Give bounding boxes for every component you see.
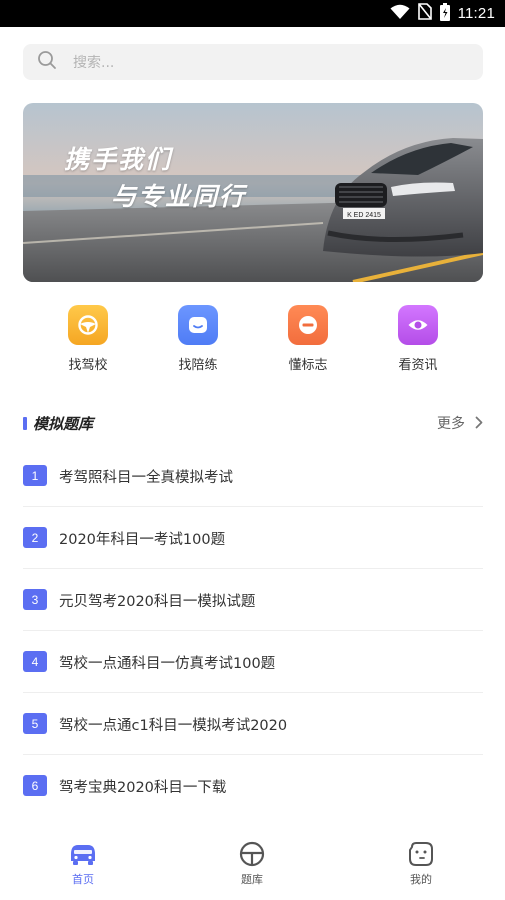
- more-link[interactable]: 更多: [437, 413, 483, 433]
- more-label: 更多: [437, 416, 465, 432]
- no-entry-sign-icon: [288, 305, 328, 345]
- banner-slogan-line1: 携手我们: [64, 145, 173, 174]
- list-item-title: 元贝驾考2020科目一模拟试题: [59, 594, 256, 610]
- quick-item-traffic-signs[interactable]: 懂标志: [263, 305, 353, 373]
- banner-slogan-line2: 与专业同行: [111, 182, 247, 211]
- quick-label: 懂标志: [288, 358, 328, 373]
- chevron-right-icon: [475, 414, 483, 433]
- steering-wheel-icon: [237, 840, 267, 868]
- list-item[interactable]: 1 考驾照科目一全真模拟考试: [23, 445, 483, 507]
- banner-image: K ED 2415: [23, 103, 483, 282]
- question-bank-list: 1 考驾照科目一全真模拟考试 2 2020年科目一考试100题 3 元贝驾考20…: [23, 445, 483, 817]
- search-icon: [37, 50, 57, 74]
- number-badge: 5: [23, 713, 47, 734]
- list-item-title: 驾校一点通科目一仿真考试100题: [59, 656, 276, 672]
- section-accent-bar: [23, 417, 27, 430]
- tab-profile[interactable]: 我的: [381, 840, 461, 887]
- wifi-icon: [390, 4, 410, 24]
- number-badge: 1: [23, 465, 47, 486]
- quick-item-driving-school[interactable]: 找驾校: [43, 305, 133, 373]
- quick-label: 看资讯: [398, 358, 438, 373]
- quick-item-practice-coach[interactable]: 找陪练: [153, 305, 243, 373]
- number-badge: 3: [23, 589, 47, 610]
- list-item[interactable]: 3 元贝驾考2020科目一模拟试题: [23, 569, 483, 631]
- question-bank-header: 模拟题库 更多: [23, 412, 483, 434]
- tab-label: 题库: [241, 873, 263, 886]
- eye-icon: [398, 305, 438, 345]
- battery-charging-icon: [439, 2, 450, 25]
- status-bar: 11:21: [0, 0, 505, 27]
- list-item[interactable]: 2 2020年科目一考试100题: [23, 507, 483, 569]
- quick-entry-grid: 找驾校 找陪练 懂标志 看资讯: [23, 305, 483, 375]
- quick-label: 找驾校: [68, 358, 108, 373]
- tab-home[interactable]: 首页: [43, 840, 123, 887]
- search-input[interactable]: 搜索...: [73, 52, 114, 72]
- status-time: 11:21: [457, 5, 495, 22]
- smile-face-icon: [178, 305, 218, 345]
- list-item[interactable]: 4 驾校一点通科目一仿真考试100题: [23, 631, 483, 693]
- search-bar[interactable]: 搜索...: [23, 44, 483, 80]
- quick-item-news[interactable]: 看资讯: [373, 305, 463, 373]
- list-item-title: 2020年科目一考试100题: [59, 532, 226, 548]
- number-badge: 2: [23, 527, 47, 548]
- list-item-title: 考驾照科目一全真模拟考试: [59, 470, 233, 486]
- profile-face-icon: [406, 840, 436, 868]
- steering-wheel-icon: [68, 305, 108, 345]
- tab-label: 首页: [72, 873, 94, 886]
- tab-label: 我的: [410, 873, 432, 886]
- car-icon: [68, 840, 98, 868]
- tab-question-bank[interactable]: 题库: [212, 840, 292, 887]
- number-badge: 4: [23, 651, 47, 672]
- section-title: 模拟题库: [33, 415, 94, 433]
- list-item-title: 驾考宝典2020科目一下载: [59, 780, 227, 796]
- status-icons: 11:21: [390, 0, 495, 27]
- number-badge: 6: [23, 775, 47, 796]
- license-plate: K ED 2415: [347, 212, 381, 219]
- bottom-tab-bar: 首页 题库 我的: [0, 830, 505, 900]
- list-item-title: 驾校一点通c1科目一模拟考试2020: [59, 718, 288, 734]
- list-item[interactable]: 5 驾校一点通c1科目一模拟考试2020: [23, 693, 483, 755]
- no-sim-icon: [417, 3, 432, 24]
- list-item[interactable]: 6 驾考宝典2020科目一下载: [23, 755, 483, 817]
- quick-label: 找陪练: [178, 358, 218, 373]
- promo-banner[interactable]: K ED 2415 携手我们 与专业同行: [23, 103, 483, 282]
